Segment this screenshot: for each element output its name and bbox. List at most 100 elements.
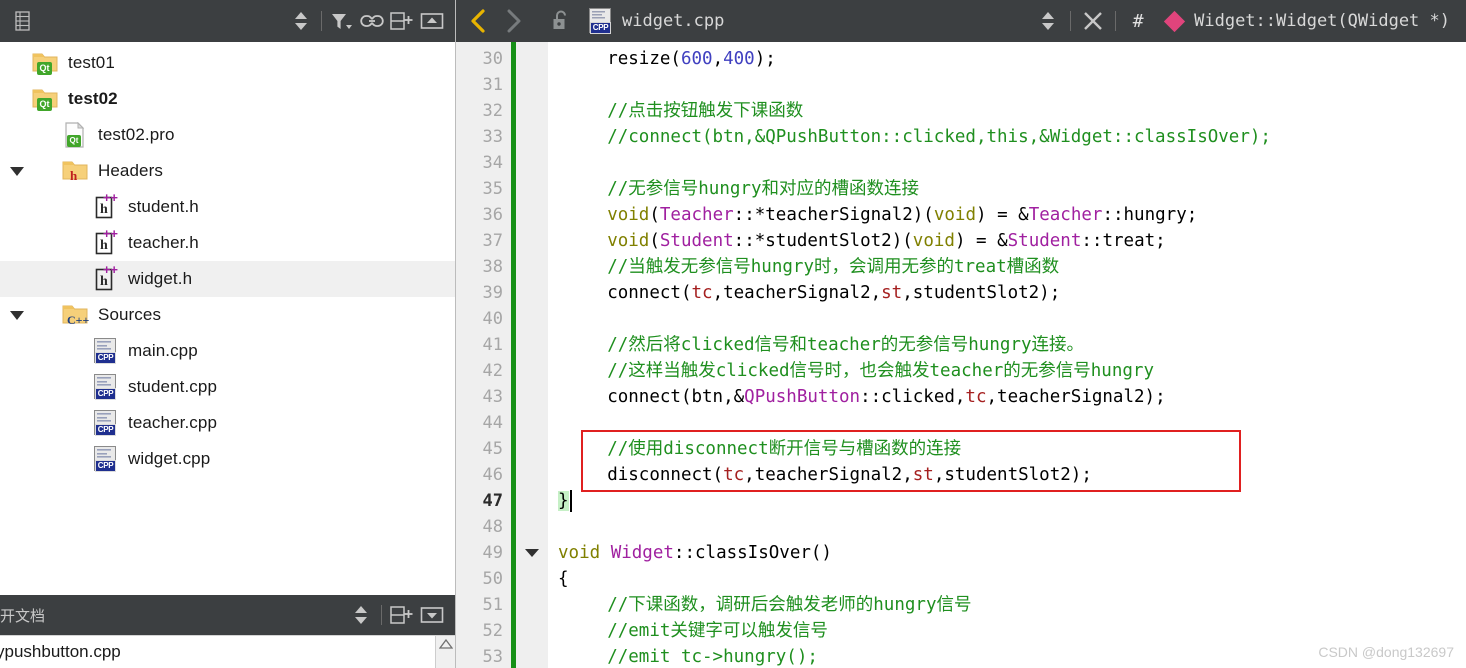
line-number: 32 [482,101,503,121]
code-line[interactable]: void Widget::classIsOver() [558,540,832,566]
code-token: Student [1007,231,1082,251]
code-line[interactable]: resize(600,400); [607,46,776,72]
open-document-item[interactable]: ypushbutton.cpp [0,642,121,662]
split-arrows-icon[interactable] [1031,4,1065,38]
qt-project-folder-icon: Qt [30,87,60,111]
line-number: 52 [482,621,503,641]
tree-item-test02-pro[interactable]: Qt test02.pro [0,117,455,153]
code-token: st [881,283,903,303]
code-line[interactable]: //emit关键字可以触发信号 [607,618,828,644]
line-number: 36 [482,205,503,225]
collapse-up-icon[interactable] [417,6,447,36]
code-line[interactable]: connect(tc,teacherSignal2,st,studentSlot… [607,280,1060,306]
symbol-selector[interactable]: Widget::Widget(QWidget *) [1194,11,1450,31]
code-token: ,teacherSignal2, [712,283,882,303]
code-line[interactable]: { [558,566,569,592]
code-token: connect( [607,283,692,303]
open-documents-title: 开文档 [0,607,46,625]
fold-indicator-column[interactable] [516,42,548,668]
tree-item-student-h[interactable]: h ++ student.h [0,189,455,225]
filter-icon[interactable] [327,6,357,36]
code-text-area[interactable]: resize(600,400); //点击按钮触发下课函数 //connect(bt… [548,42,1466,668]
tree-item-test01[interactable]: Qt test01 [0,45,455,81]
code-line[interactable]: connect(btn,&QPushButton::clicked,tc,tea… [607,384,1165,410]
line-number: 39 [482,283,503,303]
close-editor-icon[interactable] [1076,4,1110,38]
line-number: 33 [482,127,503,147]
sync-arrows-icon[interactable] [346,600,376,630]
code-token: disconnect( [607,465,724,485]
tree-item-main-cpp[interactable]: CPP main.cpp [0,333,455,369]
headers-folder-icon: h [60,159,90,183]
code-line[interactable]: void(Teacher::*teacherSignal2)(void) = &… [607,202,1197,228]
h-file-icon: h ++ [90,191,120,220]
code-token: void [933,205,976,225]
code-line[interactable]: } [558,488,569,514]
line-number: 38 [482,257,503,277]
split-add-icon[interactable] [387,6,417,36]
collapse-down-icon[interactable] [417,600,447,630]
code-line[interactable]: //使用disconnect断开信号与槽函数的连接 [607,436,961,462]
tree-item-widget-h[interactable]: h ++ widget.h [0,261,455,297]
code-token: ::clicked, [860,387,966,407]
code-editor[interactable]: 30 31 32 33 34 35 36 37 38 39 40 41 42 43 44 45 46 47 48 49… [456,42,1466,668]
code-token: ,teacherSignal2); [986,387,1166,407]
tree-item-teacher-h[interactable]: h ++ teacher.h [0,225,455,261]
project-view-icon[interactable] [8,6,38,36]
code-line[interactable]: //无参信号hungry和对应的槽函数连接 [607,176,919,202]
cpp-file-icon: CPP [90,410,120,436]
code-token: tc [965,387,987,407]
open-documents-list[interactable]: ypushbutton.cpp [0,635,455,668]
tree-item-label: teacher.h [128,233,199,252]
toolbar-separator [381,605,382,625]
code-line[interactable]: //当触发无参信号hungry时，会调用无参的treat槽函数 [607,254,1059,280]
chevron-down-icon[interactable] [4,164,30,178]
tree-item-Sources[interactable]: C++ Sources [0,297,455,333]
code-line[interactable]: //点击按钮触发下课函数 [607,98,803,124]
code-line[interactable]: //然后将clicked信号和teacher的无参信号hungry连接。 [607,332,1084,358]
code-line[interactable]: //这样当触发clicked信号时，也会触发teacher的无参信号hungry [607,358,1154,384]
code-line[interactable]: //connect(btn,&QPushButton::clicked,this… [607,124,1271,150]
open-documents-scrollbar[interactable] [435,636,455,668]
code-line[interactable]: //emit tc->hungry(); [607,644,818,668]
editor-toolbar: CPP widget.cpp # Widget::Widget(QWidget [456,0,1466,42]
tree-item-widget-cpp[interactable]: CPP widget.cpp [0,441,455,477]
code-token: ) = & [976,205,1029,225]
editor-filename[interactable]: widget.cpp [622,11,724,31]
chevron-down-icon[interactable] [4,308,30,322]
code-token: Widget [610,543,674,563]
tree-item-label: widget.h [128,269,193,288]
line-number: 45 [482,439,503,459]
code-line[interactable]: void(Student::*studentSlot2)(void) = &St… [607,228,1166,254]
tree-item-teacher-cpp[interactable]: CPP teacher.cpp [0,405,455,441]
code-line[interactable]: disconnect(tc,teacherSignal2,st,studentS… [607,462,1092,488]
sync-arrows-icon[interactable] [286,6,316,36]
hash-icon[interactable]: # [1121,11,1155,32]
navigate-forward-icon[interactable] [496,4,530,38]
code-token: void [607,205,650,225]
code-token: //emit tc->hungry(); [607,647,818,667]
code-token: ::*teacherSignal2)( [733,205,934,225]
fold-toggle-icon[interactable] [525,549,539,557]
cpp-file-icon: CPP [90,446,120,472]
tree-item-label: Sources [98,305,162,324]
text-caret [570,490,572,512]
code-token: //这样当触发clicked信号时，也会触发teacher的无参信号hungry [607,361,1154,381]
tree-item-student-cpp[interactable]: CPP student.cpp [0,369,455,405]
line-number: 41 [482,335,503,355]
tree-item-label: widget.cpp [128,449,211,468]
line-number: 31 [482,75,503,95]
tree-item-test02[interactable]: Qt test02 [0,81,455,117]
code-token: ::*studentSlot2)( [733,231,913,251]
navigate-back-icon[interactable] [462,4,496,38]
split-add-icon[interactable] [387,600,417,630]
sources-folder-icon: C++ [60,303,90,327]
project-tree[interactable]: Qt test01 Qt test02 Qt test02.pro h Headers h ++ s… [0,42,455,595]
code-token: Teacher [659,205,734,225]
tree-item-Headers[interactable]: h Headers [0,153,455,189]
link-icon[interactable] [357,6,387,36]
unlocked-padlock-icon[interactable] [544,4,578,38]
code-line[interactable]: //下课函数，调研后会触发老师的hungry信号 [607,592,971,618]
code-token: ( [649,205,660,225]
